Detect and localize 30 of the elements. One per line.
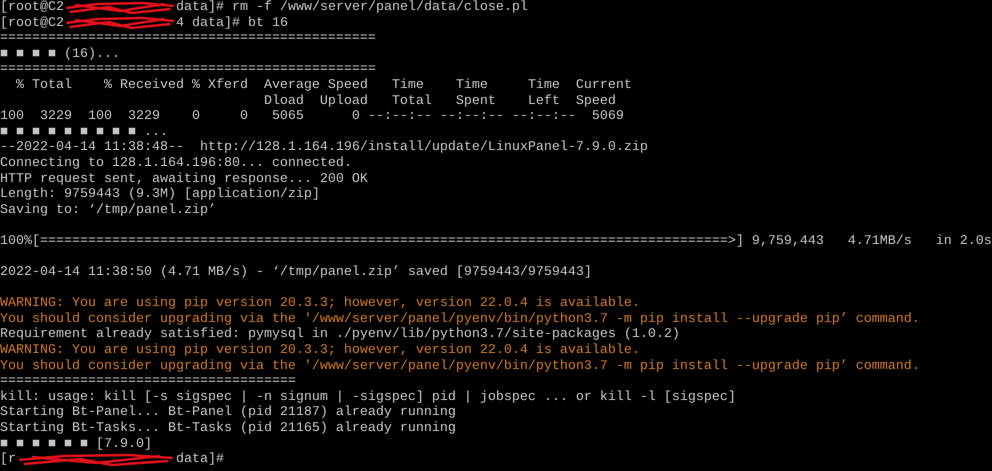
terminal-line: =====================================	[0, 374, 296, 390]
terminal-line: Connecting to 128.1.164.196:80... connected.	[0, 156, 352, 172]
warning-line: You should consider upgrading via the '/www/server/panel/pyenv/bin/python3.7 -m pip install --upgrade pip’ command.	[0, 312, 920, 327]
prompt-text: [r	[0, 452, 16, 468]
terminal-line: ■ ■ ■ ■ ■ ■ [7.9.0]	[0, 436, 152, 452]
terminal-line: HTTP request sent, awaiting response... 200 OK	[0, 172, 368, 187]
terminal-line: ■ ■ ■ ■ ■ ■ ■ ■ ■ ...	[0, 124, 168, 140]
terminal-line: Length: 9759443 (9.3M) [application/zip]	[0, 187, 320, 203]
terminal-line: 100 3229 100 3229 0 0 5065 0 --:--:-- --:--:-- --:--:-- 5069	[0, 109, 624, 125]
terminal-line: ===============================================	[0, 62, 376, 78]
terminal-line: --2022-04-14 11:38:48-- http://128.1.164.196/install/update/LinuxPanel-7.9.0.zip	[0, 140, 648, 156]
command-text: data]#	[176, 452, 224, 468]
warning-line: WARNING: You are using pip version 20.3.3; however, version 22.0.4 is available.	[0, 296, 640, 312]
terminal-line: kill: usage: kill [-s sigspec | -n signum | -sigspec] pid | jobspec ... or kill -l [sigspec]	[0, 390, 736, 405]
terminal-line: ===============================================	[0, 31, 376, 47]
terminal-line: Dload Upload Total Spent Left Speed	[262, 94, 616, 110]
terminal-line: Starting Bt-Panel... Bt-Panel (pid 21187) already running	[0, 405, 456, 421]
command-text: 4 data]# bt 16	[176, 16, 288, 32]
terminal-line: 100%[======================================================================================>] 9,759,443 4.71MB/s in 2.0s	[0, 234, 992, 250]
command-text: data]# rm -f /www/server/panel/data/close.pl	[176, 0, 528, 16]
terminal-line: Saving to: ‘/tmp/panel.zip’	[0, 202, 216, 218]
terminal-line: Requirement already satisfied: pymysql in ./pyenv/lib/python3.7/site-packages (1.0.2)	[0, 327, 680, 343]
warning-line: WARNING: You are using pip version 20.3.3; however, version 22.0.4 is available.	[0, 343, 640, 359]
prompt-text: [root@C2	[0, 0, 64, 16]
terminal-line: Starting Bt-Tasks... Bt-Tasks (pid 21165) already running	[0, 421, 456, 437]
terminal-line: 2022-04-14 11:38:50 (4.71 MB/s) - ‘/tmp/panel.zip’ saved [9759443/9759443]	[0, 265, 592, 281]
warning-line: You should consider upgrading via the '/www/server/panel/pyenv/bin/python3.7 -m pip install --upgrade pip’ command.	[0, 358, 920, 374]
terminal-line: ■ ■ ■ ■ (16)...	[0, 46, 120, 62]
terminal-line: % Total % Received % Xferd Average Speed Time Time Time Current	[14, 78, 632, 94]
prompt-text: [root@C2	[0, 16, 64, 32]
